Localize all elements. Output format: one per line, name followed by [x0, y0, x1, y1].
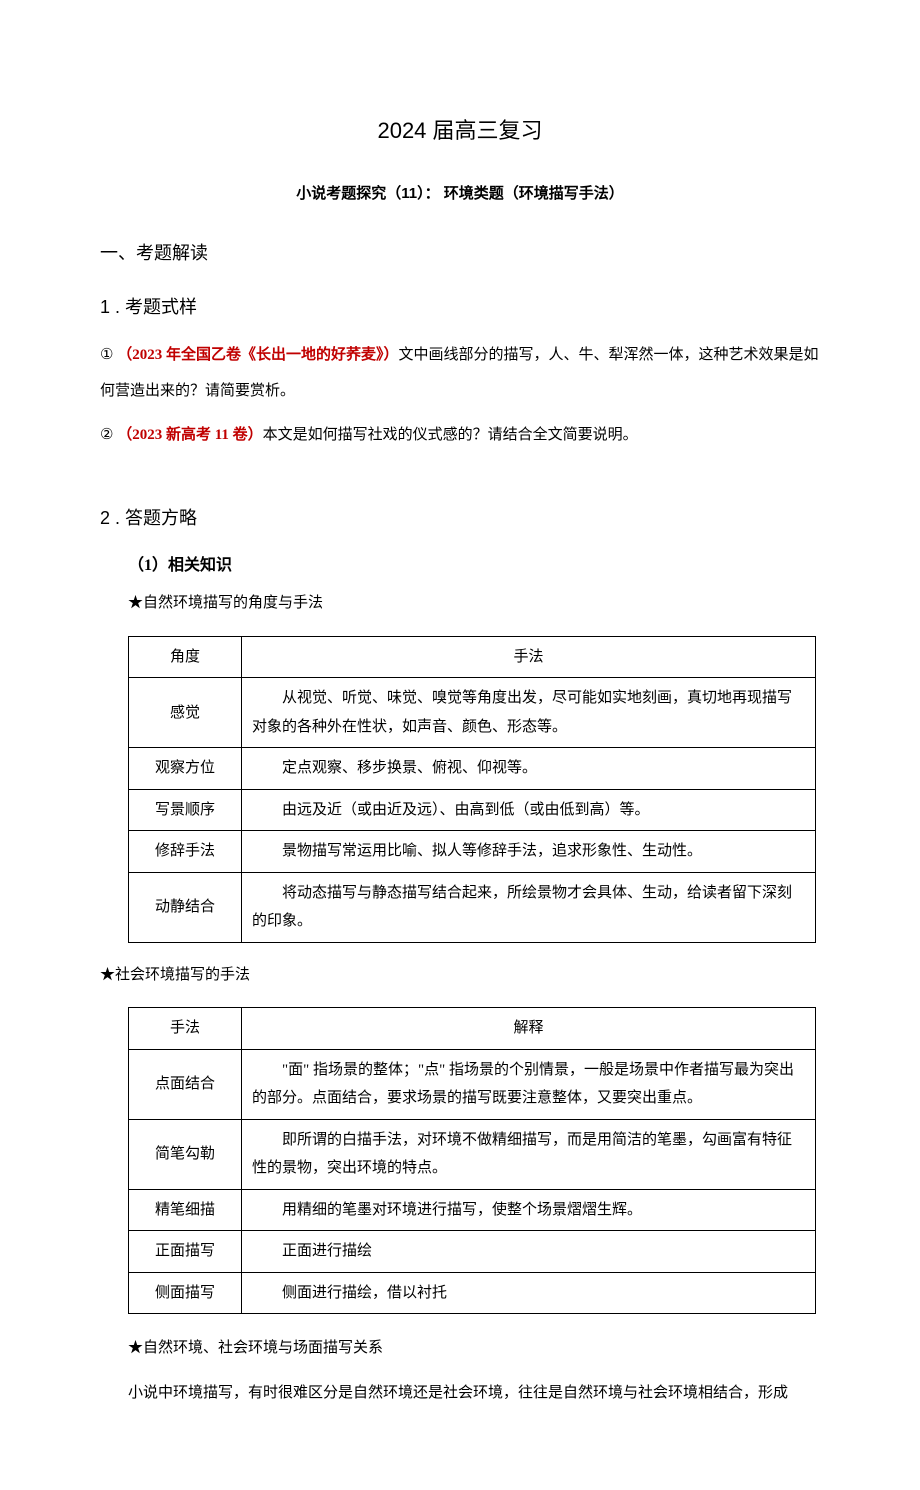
table-natural-environment: 角度 手法 感觉 从视觉、听觉、味觉、嗅觉等角度出发，尽可能如实地刻画，真切地再… — [128, 636, 816, 943]
cell-text: "面" 指场景的整体；"点" 指场景的个别情景，一般是场景中作者描写最为突出的部… — [252, 1056, 805, 1113]
table-label-cell: 简笔勾勒 — [129, 1119, 242, 1189]
page-subtitle: 小说考题探究（11）： 环境类题（环境描写手法） — [100, 180, 820, 209]
section-1-1-heading: 1 . 考题式样 — [100, 290, 820, 324]
table-content-cell: 由远及近（或由近及远）、由高到低（或由低到高）等。 — [242, 789, 816, 831]
cell-text: 将动态描写与静态描写结合起来，所绘景物才会具体、生动，给读者留下深刻的印象。 — [252, 879, 805, 936]
exam-item-1: ① （2023 年全国乙卷《长出一地的好荞麦》）文中画线部分的描写，人、牛、犁浑… — [100, 337, 820, 409]
knowledge-heading: （1）相关知识 — [100, 551, 820, 581]
cell-text: 景物描写常运用比喻、拟人等修辞手法，追求形象性、生动性。 — [252, 837, 805, 866]
star-heading-1: ★自然环境描写的角度与手法 — [100, 589, 820, 618]
cell-text: 由远及近（或由近及远）、由高到低（或由低到高）等。 — [252, 796, 805, 825]
table-row: 精笔细描 用精细的笔墨对环境进行描写，使整个场景熠熠生辉。 — [129, 1189, 816, 1231]
trailing-paragraph: 小说中环境描写，有时很难区分是自然环境还是社会环境，往往是自然环境与社会环境相结… — [100, 1377, 820, 1410]
table-header-row: 手法 解释 — [129, 1008, 816, 1050]
page-title: 2024 届高三复习 — [100, 110, 820, 152]
table-row: 写景顺序 由远及近（或由近及远）、由高到低（或由低到高）等。 — [129, 789, 816, 831]
cell-text: 侧面进行描绘，借以衬托 — [252, 1279, 805, 1308]
table-content-cell: 从视觉、听觉、味觉、嗅觉等角度出发，尽可能如实地刻画，真切地再现描写对象的各种外… — [242, 678, 816, 748]
table-row: 动静结合 将动态描写与静态描写结合起来，所绘景物才会具体、生动，给读者留下深刻的… — [129, 872, 816, 942]
item-number: ② — [100, 427, 117, 443]
table-row: 修辞手法 景物描写常运用比喻、拟人等修辞手法，追求形象性、生动性。 — [129, 831, 816, 873]
table-content-cell: 侧面进行描绘，借以衬托 — [242, 1272, 816, 1314]
item-body: 本文是如何描写社戏的仪式感的？请结合全文简要说明。 — [263, 427, 638, 443]
cell-text: 从视觉、听觉、味觉、嗅觉等角度出发，尽可能如实地刻画，真切地再现描写对象的各种外… — [252, 684, 805, 741]
table-row: 正面描写 正面进行描绘 — [129, 1231, 816, 1273]
table-content-cell: 定点观察、移步换景、俯视、仰视等。 — [242, 748, 816, 790]
cell-text: 定点观察、移步换景、俯视、仰视等。 — [252, 754, 805, 783]
table-label-cell: 动静结合 — [129, 872, 242, 942]
star-heading-3: ★自然环境、社会环境与场面描写关系 — [100, 1332, 820, 1365]
cell-text: 即所谓的白描手法，对环境不做精细描写，而是用简洁的笔墨，勾画富有特征性的景物，突… — [252, 1126, 805, 1183]
document-page: 2024 届高三复习 小说考题探究（11）： 环境类题（环境描写手法） 一、考题… — [0, 0, 920, 1490]
table-row: 点面结合 "面" 指场景的整体；"点" 指场景的个别情景，一般是场景中作者描写最… — [129, 1049, 816, 1119]
star-heading-2: ★社会环境描写的手法 — [100, 961, 820, 990]
table-header-row: 角度 手法 — [129, 636, 816, 678]
section-1-2-heading: 2 . 答题方略 — [100, 501, 820, 535]
table-content-cell: 景物描写常运用比喻、拟人等修辞手法，追求形象性、生动性。 — [242, 831, 816, 873]
table-row: 观察方位 定点观察、移步换景、俯视、仰视等。 — [129, 748, 816, 790]
table-row: 侧面描写 侧面进行描绘，借以衬托 — [129, 1272, 816, 1314]
item-number: ① — [100, 347, 117, 363]
table-row: 感觉 从视觉、听觉、味觉、嗅觉等角度出发，尽可能如实地刻画，真切地再现描写对象的… — [129, 678, 816, 748]
table-label-cell: 正面描写 — [129, 1231, 242, 1273]
table-label-cell: 修辞手法 — [129, 831, 242, 873]
table-social-environment: 手法 解释 点面结合 "面" 指场景的整体；"点" 指场景的个别情景，一般是场景… — [128, 1007, 816, 1314]
table-label-cell: 精笔细描 — [129, 1189, 242, 1231]
table-label-cell: 写景顺序 — [129, 789, 242, 831]
table-content-cell: 将动态描写与静态描写结合起来，所绘景物才会具体、生动，给读者留下深刻的印象。 — [242, 872, 816, 942]
table-header-cell: 手法 — [129, 1008, 242, 1050]
table-content-cell: 即所谓的白描手法，对环境不做精细描写，而是用简洁的笔墨，勾画富有特征性的景物，突… — [242, 1119, 816, 1189]
item-source-red: （2023 年全国乙卷《长出一地的好荞麦》） — [117, 347, 398, 363]
exam-item-2: ② （2023 新高考 11 卷）本文是如何描写社戏的仪式感的？请结合全文简要说… — [100, 417, 820, 453]
table-row: 简笔勾勒 即所谓的白描手法，对环境不做精细描写，而是用简洁的笔墨，勾画富有特征性… — [129, 1119, 816, 1189]
table-content-cell: 用精细的笔墨对环境进行描写，使整个场景熠熠生辉。 — [242, 1189, 816, 1231]
item-source-red: （2023 新高考 11 卷） — [117, 427, 262, 443]
table-label-cell: 观察方位 — [129, 748, 242, 790]
cell-text: 用精细的笔墨对环境进行描写，使整个场景熠熠生辉。 — [252, 1196, 805, 1225]
table-label-cell: 点面结合 — [129, 1049, 242, 1119]
table-label-cell: 侧面描写 — [129, 1272, 242, 1314]
table-header-cell: 解释 — [242, 1008, 816, 1050]
section-1-heading: 一、考题解读 — [100, 236, 820, 270]
table-header-cell: 手法 — [242, 636, 816, 678]
table-content-cell: 正面进行描绘 — [242, 1231, 816, 1273]
table-content-cell: "面" 指场景的整体；"点" 指场景的个别情景，一般是场景中作者描写最为突出的部… — [242, 1049, 816, 1119]
cell-text: 正面进行描绘 — [252, 1237, 805, 1266]
table-label-cell: 感觉 — [129, 678, 242, 748]
table-header-cell: 角度 — [129, 636, 242, 678]
